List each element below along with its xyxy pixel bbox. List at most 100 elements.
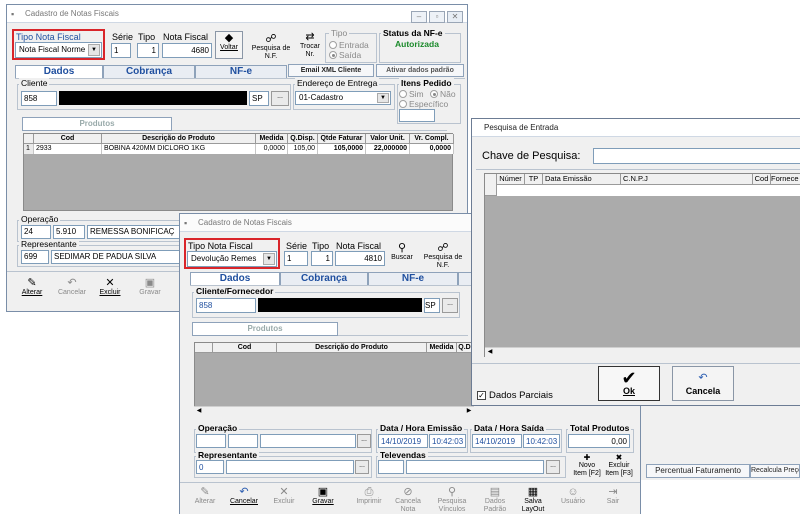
dados-parciais-checkbox[interactable]: ✓: [477, 391, 486, 400]
grid-cell-cod[interactable]: 2933: [34, 144, 102, 154]
total-field[interactable]: 0,00: [568, 434, 630, 448]
grid-cell-descricao[interactable]: BOBINA 420MM DICLORO 1KG: [102, 144, 256, 154]
produtos-tab[interactable]: Produtos: [22, 117, 172, 131]
operacao-cfop-field[interactable]: 5.910: [53, 225, 85, 239]
alterar-button[interactable]: ✎ Alterar: [17, 277, 47, 297]
operacao-code-field[interactable]: [196, 434, 226, 448]
televendas-code-field[interactable]: [378, 460, 404, 474]
buscar-button[interactable]: ⚲ Buscar: [388, 242, 416, 262]
recalcula-preco-tab[interactable]: Recalcula Preço: [750, 464, 800, 478]
representante-name-field[interactable]: SEDIMAR DE PADUA SILVA: [51, 250, 187, 264]
operacao-desc-field[interactable]: REMESSA BONIFICAÇ: [87, 225, 187, 239]
horizontal-scrollbar[interactable]: ◀: [485, 347, 800, 357]
ok-button[interactable]: ✔ Ok: [598, 366, 660, 401]
minimize-button[interactable]: –: [411, 11, 427, 23]
operacao-lookup-button[interactable]: ...: [357, 434, 371, 448]
salva-layout-button[interactable]: ▦ Salva LayOut: [516, 486, 550, 514]
televendas-name-field[interactable]: [406, 460, 544, 474]
grid-cell-valor[interactable]: 22,000000: [366, 144, 410, 154]
especifico-radio[interactable]: Específico: [399, 99, 448, 109]
emissao-date-field[interactable]: 14/10/2019: [378, 434, 428, 448]
chave-pesquisa-input[interactable]: [593, 148, 800, 164]
cliente-code-field[interactable]: 858: [196, 298, 256, 313]
endereco-select[interactable]: 01-Cadastro ▼: [295, 91, 391, 105]
pesquisa-nf-button[interactable]: ☍ Pesquisa de N.F.: [247, 33, 295, 60]
grid-cell-medida[interactable]: 0,0000: [256, 144, 288, 154]
tab-nfe[interactable]: NF-e: [368, 272, 458, 285]
title-bar[interactable]: ▪ Cadastro de Notas Fiscais – ▫ ✕: [7, 5, 467, 23]
cancelar-button[interactable]: ↶ Cancelar: [226, 486, 262, 506]
representante-code-field[interactable]: 0: [196, 460, 224, 474]
representante-name-field[interactable]: [226, 460, 354, 474]
cancelar-button[interactable]: ↶ Cancelar: [55, 277, 89, 297]
tab-nfe[interactable]: NF-e: [195, 65, 287, 78]
dados-padrao-button[interactable]: ▤ Dados Padrão: [478, 486, 512, 514]
cliente-lookup-button[interactable]: ...: [271, 91, 289, 106]
cancela-nota-button[interactable]: ⊘ Cancela Nota: [390, 486, 426, 514]
excluir-button[interactable]: ✕ Excluir: [268, 486, 300, 506]
maximize-button[interactable]: ▫: [429, 11, 445, 23]
tab-dados[interactable]: Dados: [15, 65, 103, 78]
tipo-field[interactable]: 1: [311, 251, 333, 266]
arrow-left-icon[interactable]: ◀: [194, 407, 204, 416]
tab-cobranca[interactable]: Cobrança: [280, 272, 368, 285]
saida-radio[interactable]: Saída: [329, 50, 361, 60]
operacao-cfop-field[interactable]: [228, 434, 258, 448]
pesquisa-vinculos-button[interactable]: ⚲ Pesquisa Vínculos: [432, 486, 472, 514]
emissao-time-field[interactable]: 10:42:03: [429, 434, 466, 448]
grid-cell-vrcompl[interactable]: 0,0000: [410, 144, 454, 154]
ativar-padrao-tab[interactable]: Ativar dados padrão: [376, 64, 464, 77]
tab-cobranca[interactable]: Cobrança: [103, 65, 195, 78]
saida-time-field[interactable]: 10:42:03: [523, 434, 560, 448]
grid-cell-qdisp[interactable]: 105,00: [288, 144, 318, 154]
trocar-nr-button[interactable]: ⇄ Trocar Nr.: [297, 31, 323, 59]
excluir-item-button[interactable]: ✖ Excluir Item [F3]: [603, 454, 635, 478]
grid-cell-item[interactable]: 1: [24, 144, 34, 154]
entrada-radio[interactable]: Entrada: [329, 40, 369, 50]
operacao-desc-field[interactable]: [260, 434, 356, 448]
horizontal-scrollbar[interactable]: ◀ ▶: [194, 406, 474, 416]
tipo-nota-select[interactable]: Devolução Remes ▼: [187, 251, 277, 267]
imprimir-button[interactable]: ⎙ Imprimir: [352, 486, 386, 506]
close-button[interactable]: ✕: [447, 11, 463, 23]
voltar-button[interactable]: ◆ Voltar: [215, 31, 243, 59]
save-icon: ▣: [317, 486, 329, 498]
percentual-faturamento-tab[interactable]: Percentual Faturamento: [646, 464, 750, 478]
tipo-field[interactable]: 1: [137, 43, 159, 58]
operacao-code-field[interactable]: 24: [21, 225, 51, 239]
itens-pedido-field[interactable]: [399, 109, 435, 122]
gravar-button[interactable]: ▣ Gravar: [135, 277, 165, 297]
chevron-down-icon: ▼: [377, 93, 389, 103]
televendas-lookup-button[interactable]: ...: [546, 460, 560, 474]
gravar-button[interactable]: ▣ Gravar: [306, 486, 340, 506]
title-bar[interactable]: Pesquisa de Entrada: [472, 119, 800, 137]
serie-field[interactable]: 1: [111, 43, 131, 58]
saida-date-field[interactable]: 14/10/2019: [472, 434, 522, 448]
tipo-nota-select[interactable]: Nota Fiscal Norme ▼: [15, 42, 102, 58]
cliente-lookup-button[interactable]: ...: [442, 298, 458, 313]
pesquisa-nf-button[interactable]: ☍ Pesquisa de N.F.: [418, 242, 468, 270]
cliente-label: Cliente/Fornecedor: [194, 286, 276, 296]
representante-code-field[interactable]: 699: [21, 250, 49, 264]
arrow-left-icon[interactable]: ◀: [485, 348, 495, 357]
excluir-button[interactable]: ✕ Excluir: [95, 277, 125, 297]
cancela-button[interactable]: ↶ Cancela: [672, 366, 734, 401]
cliente-code-field[interactable]: 858: [21, 91, 57, 106]
novo-item-button[interactable]: ✚ Novo Item [F2]: [572, 454, 602, 478]
sim-radio[interactable]: Sim: [399, 89, 424, 99]
email-xml-tab[interactable]: Email XML Cliente: [288, 64, 374, 77]
cliente-uf-field[interactable]: SP: [249, 91, 269, 106]
grid-cell-qtde[interactable]: 105,0000: [318, 144, 366, 154]
tab-dados[interactable]: Dados: [190, 272, 280, 285]
serie-field[interactable]: 1: [284, 251, 308, 266]
cliente-uf-field[interactable]: SP: [424, 298, 440, 313]
arrow-right-icon[interactable]: ▶: [464, 407, 474, 416]
produtos-tab[interactable]: Produtos: [192, 322, 338, 336]
alterar-button[interactable]: ✎ Alterar: [188, 486, 222, 506]
nota-fiscal-field[interactable]: 4810: [335, 251, 385, 266]
nota-fiscal-field[interactable]: 4680: [162, 43, 212, 58]
sair-button[interactable]: ⇥ Sair: [598, 486, 628, 506]
nao-radio[interactable]: Não: [430, 89, 456, 99]
representante-lookup-button[interactable]: ...: [355, 460, 369, 474]
usuario-button[interactable]: ☺ Usuário: [556, 486, 590, 506]
